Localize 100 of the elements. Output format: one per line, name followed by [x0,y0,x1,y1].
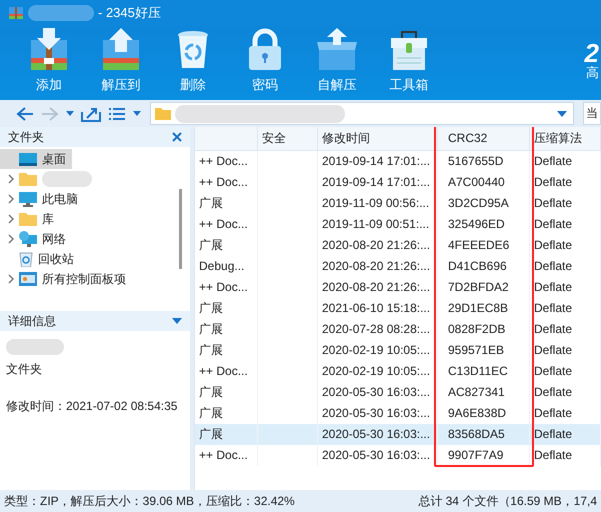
item-type: 文件夹 [6,361,43,378]
method-cell: Deflate [530,235,601,256]
folder-icon [155,107,171,120]
toolbar-button[interactable]: 添加 [20,26,78,98]
panel-title: 详细信息 [8,312,56,330]
crc-cell: 9907F7A9 [438,445,530,466]
date-cell: 2020-02-19 10:05:... [318,340,438,361]
name-cell: ++ Doc... [195,172,258,193]
computer-icon [19,192,37,206]
tree-item[interactable]: 网络 [0,229,72,249]
scrollbar[interactable] [179,189,182,269]
method-cell: Deflate [530,361,601,382]
close-icon[interactable] [172,132,182,142]
toolbar-button[interactable]: 删除 [164,26,222,98]
toolbar-button[interactable]: 密码 [236,26,294,98]
table-row[interactable]: ++ Doc... 2019-09-14 17:01:... 5167655D Deflate [195,151,601,172]
side-field[interactable]: 当 [583,102,601,125]
table-row[interactable]: 广展 2021-06-10 15:18:... 29D1EC8B Deflate [195,298,601,319]
brand-logo: 2 高 [584,40,600,79]
security-column-header[interactable]: 安全 [258,127,318,150]
crc-cell: A7C00440 [438,172,530,193]
crc-column-header[interactable]: CRC32 [438,127,530,150]
table-row[interactable]: 广展 2020-05-30 16:03:... AC827341 Deflate [195,382,601,403]
date-cell: 2019-11-09 00:56:... [318,193,438,214]
method-cell: Deflate [530,382,601,403]
method-cell: Deflate [530,277,601,298]
name-cell: 广展 [195,298,258,319]
method-cell: Deflate [530,256,601,277]
crc-cell: 5167655D [438,151,530,172]
crc-cell: 7D2BFDA2 [438,277,530,298]
method-cell: Deflate [530,172,601,193]
method-cell: Deflate [530,424,601,445]
table-row[interactable]: ++ Doc... 2019-09-14 17:01:... A7C00440 Deflate [195,172,601,193]
folder-icon [19,172,37,186]
date-cell: 2019-09-14 17:01:... [318,151,438,172]
date-cell: 2020-05-30 16:03:... [318,445,438,466]
crc-cell: C13D11EC [438,361,530,382]
tree-item[interactable]: 所有控制面板项 [0,269,132,289]
date-cell: 2019-11-09 00:51:... [318,214,438,235]
table-row[interactable]: ++ Doc... 2020-08-20 21:26:... 7D2BFDA2 Deflate [195,277,601,298]
name-cell: ++ Doc... [195,445,258,466]
table-row[interactable]: 广展 2020-02-19 10:05:... 959571EB Deflate [195,340,601,361]
table-row[interactable]: 广展 2020-07-28 08:28:... 0828F2DB Deflate [195,319,601,340]
blurred-region [28,5,94,21]
status-text: 类型：ZIP，解压后大小：39.06 MB，压缩比：32.42% [4,492,295,510]
table-row[interactable]: ++ Doc... 2020-02-19 10:05:... C13D11EC Deflate [195,361,601,382]
method-column-header[interactable]: 压缩算法 [530,127,601,150]
toolbar-button[interactable]: 工具箱 [380,26,438,98]
window-title: - 2345好压 [98,4,161,22]
name-cell: 广展 [195,235,258,256]
name-cell: 广展 [195,193,258,214]
date-column-header[interactable]: 修改时间 [318,127,438,150]
crc-cell: 0828F2DB [438,319,530,340]
caret-icon[interactable] [133,111,141,116]
name-cell: ++ Doc... [195,361,258,382]
panel-title: 文件夹 [8,128,44,146]
method-cell: Deflate [530,319,601,340]
crc-cell: 325496ED [438,214,530,235]
toolbar-button[interactable]: 自解压 [308,26,366,98]
blurred-region [42,171,92,187]
date-cell: 2020-02-19 10:05:... [318,361,438,382]
tree-item[interactable]: 库 [0,209,60,229]
name-cell: 广展 [195,424,258,445]
back-arrow-icon[interactable] [16,106,34,122]
modified-time: 修改时间：2021-07-02 08:54:35 [6,398,178,415]
name-cell: 广展 [195,340,258,361]
list-view-icon[interactable] [108,106,126,120]
method-cell: Deflate [530,193,601,214]
date-cell: 2020-08-20 21:26:... [318,256,438,277]
crc-cell: AC827341 [438,382,530,403]
name-cell: 广展 [195,319,258,340]
method-cell: Deflate [530,214,601,235]
folder-icon [19,212,37,226]
date-cell: 2020-08-20 21:26:... [318,277,438,298]
method-cell: Deflate [530,445,601,466]
dropdown-caret-icon[interactable] [557,110,567,116]
address-field[interactable] [150,102,574,125]
method-cell: Deflate [530,340,601,361]
table-row[interactable]: 广展 2019-11-09 00:56:... 3D2CD95A Deflate [195,193,601,214]
table-row[interactable]: ++ Doc... 2020-05-30 16:03:... 9907F7A9 Deflate [195,445,601,466]
toolbar-button[interactable]: 解压到 [92,26,150,98]
name-cell: ++ Doc... [195,277,258,298]
table-row[interactable]: 广展 2020-08-20 21:26:... 4FEEEDE6 Deflate [195,235,601,256]
tree-item[interactable]: 回收站 [0,249,80,269]
method-cell: Deflate [530,298,601,319]
tree-item[interactable]: 此电脑 [0,189,84,209]
table-row[interactable]: Debug... 2020-08-20 21:26:... D41CB696 Deflate [195,256,601,277]
monitor-icon [19,152,37,166]
name-cell: ++ Doc... [195,214,258,235]
crc-cell: 959571EB [438,340,530,361]
table-row[interactable]: ++ Doc... 2019-11-09 00:51:... 325496ED Deflate [195,214,601,235]
caret-icon[interactable] [172,318,182,324]
table-row[interactable]: 广展 2020-05-30 16:03:... 83568DA5 Deflate [195,424,601,445]
crc-cell: 4FEEEDE6 [438,235,530,256]
name-cell: Debug... [195,256,258,277]
tree-item[interactable]: 桌面 [0,149,72,169]
recycle-bin-icon [19,251,33,267]
chevron-icon[interactable] [8,274,14,284]
caret-icon[interactable] [66,111,74,116]
folder-up-icon[interactable] [81,106,101,122]
